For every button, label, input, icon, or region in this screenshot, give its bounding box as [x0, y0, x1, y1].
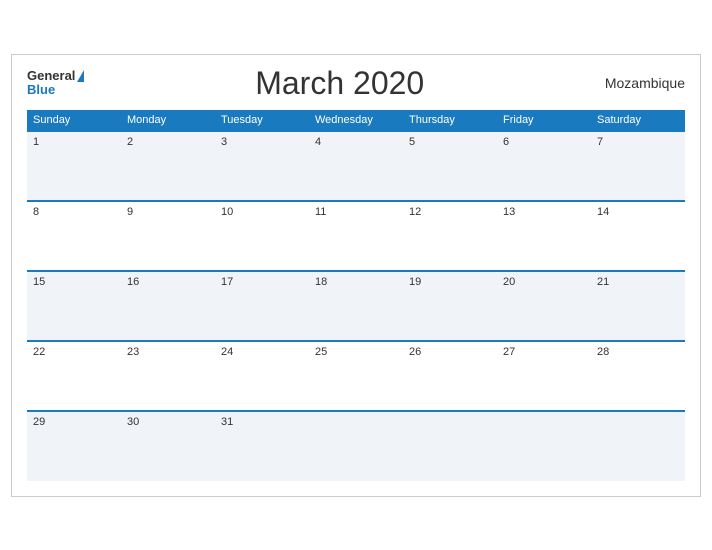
- calendar-day-cell: 25: [309, 341, 403, 411]
- logo-general-text: General: [27, 69, 75, 83]
- calendar-country: Mozambique: [595, 75, 685, 91]
- day-number: 12: [409, 206, 421, 218]
- calendar-day-cell: 10: [215, 201, 309, 271]
- day-number: 19: [409, 276, 421, 288]
- day-number: 4: [315, 136, 321, 148]
- calendar-day-cell: 13: [497, 201, 591, 271]
- calendar-day-cell: 16: [121, 271, 215, 341]
- calendar-day-cell: 9: [121, 201, 215, 271]
- day-number: 27: [503, 346, 515, 358]
- day-number: 11: [315, 206, 326, 218]
- logo: General Blue: [27, 69, 84, 98]
- calendar-day-cell: 19: [403, 271, 497, 341]
- weekday-header-saturday: Saturday: [591, 110, 685, 131]
- weekday-header-row: SundayMondayTuesdayWednesdayThursdayFrid…: [27, 110, 685, 131]
- calendar-day-cell: 7: [591, 131, 685, 201]
- calendar-header: General Blue March 2020 Mozambique: [27, 65, 685, 102]
- calendar-day-cell: 26: [403, 341, 497, 411]
- calendar-day-cell: 24: [215, 341, 309, 411]
- calendar-day-cell: [309, 411, 403, 481]
- calendar-day-cell: 21: [591, 271, 685, 341]
- calendar-week-row: 22 23 24 25 26 27 28: [27, 341, 685, 411]
- day-number: 15: [33, 276, 45, 288]
- calendar-day-cell: 17: [215, 271, 309, 341]
- weekday-header-wednesday: Wednesday: [309, 110, 403, 131]
- day-number: 28: [597, 346, 609, 358]
- calendar-day-cell: 15: [27, 271, 121, 341]
- calendar-thead: SundayMondayTuesdayWednesdayThursdayFrid…: [27, 110, 685, 131]
- day-number: 1: [33, 136, 39, 148]
- day-number: 16: [127, 276, 139, 288]
- calendar-day-cell: 30: [121, 411, 215, 481]
- calendar-week-row: 8 9 10 11 12 13 14: [27, 201, 685, 271]
- day-number: 29: [33, 416, 45, 428]
- weekday-header-sunday: Sunday: [27, 110, 121, 131]
- calendar-day-cell: 20: [497, 271, 591, 341]
- calendar-day-cell: [403, 411, 497, 481]
- calendar-day-cell: 8: [27, 201, 121, 271]
- day-number: 10: [221, 206, 233, 218]
- day-number: 18: [315, 276, 327, 288]
- day-number: 14: [597, 206, 609, 218]
- weekday-header-monday: Monday: [121, 110, 215, 131]
- day-number: 30: [127, 416, 139, 428]
- day-number: 25: [315, 346, 327, 358]
- calendar-day-cell: 12: [403, 201, 497, 271]
- day-number: 9: [127, 206, 133, 218]
- day-number: 7: [597, 136, 603, 148]
- calendar-day-cell: 2: [121, 131, 215, 201]
- day-number: 31: [221, 416, 233, 428]
- day-number: 3: [221, 136, 227, 148]
- day-number: 22: [33, 346, 45, 358]
- calendar-day-cell: [497, 411, 591, 481]
- day-number: 2: [127, 136, 133, 148]
- calendar-day-cell: 28: [591, 341, 685, 411]
- calendar-week-row: 29 30 31: [27, 411, 685, 481]
- calendar-container: General Blue March 2020 Mozambique Sunda…: [11, 54, 701, 497]
- day-number: 20: [503, 276, 515, 288]
- calendar-day-cell: 29: [27, 411, 121, 481]
- day-number: 26: [409, 346, 421, 358]
- calendar-day-cell: 22: [27, 341, 121, 411]
- weekday-header-friday: Friday: [497, 110, 591, 131]
- calendar-day-cell: 14: [591, 201, 685, 271]
- calendar-day-cell: 3: [215, 131, 309, 201]
- day-number: 17: [221, 276, 233, 288]
- day-number: 8: [33, 206, 39, 218]
- calendar-day-cell: [591, 411, 685, 481]
- day-number: 5: [409, 136, 415, 148]
- calendar-day-cell: 5: [403, 131, 497, 201]
- logo-triangle-icon: [77, 70, 84, 82]
- day-number: 21: [597, 276, 609, 288]
- calendar-day-cell: 1: [27, 131, 121, 201]
- calendar-day-cell: 4: [309, 131, 403, 201]
- logo-blue-text: Blue: [27, 83, 55, 97]
- calendar-day-cell: 6: [497, 131, 591, 201]
- calendar-day-cell: 18: [309, 271, 403, 341]
- calendar-body: 1234567891011121314151617181920212223242…: [27, 131, 685, 481]
- day-number: 24: [221, 346, 233, 358]
- weekday-header-tuesday: Tuesday: [215, 110, 309, 131]
- calendar-week-row: 1 2 3 4 5 6 7: [27, 131, 685, 201]
- day-number: 6: [503, 136, 509, 148]
- day-number: 23: [127, 346, 139, 358]
- calendar-table: SundayMondayTuesdayWednesdayThursdayFrid…: [27, 110, 685, 481]
- calendar-day-cell: 23: [121, 341, 215, 411]
- calendar-day-cell: 27: [497, 341, 591, 411]
- calendar-title: March 2020: [84, 65, 595, 102]
- day-number: 13: [503, 206, 515, 218]
- calendar-week-row: 15 16 17 18 19 20 21: [27, 271, 685, 341]
- weekday-header-thursday: Thursday: [403, 110, 497, 131]
- calendar-day-cell: 31: [215, 411, 309, 481]
- calendar-day-cell: 11: [309, 201, 403, 271]
